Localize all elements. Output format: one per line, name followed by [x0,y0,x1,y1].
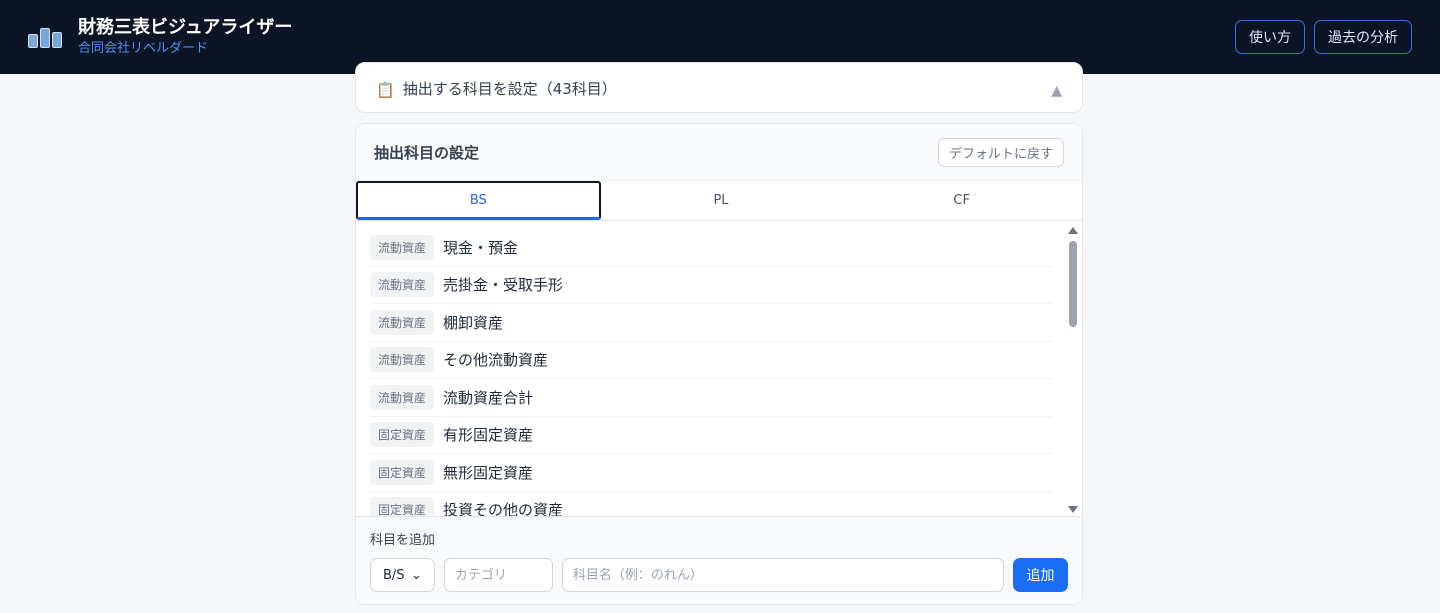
account-name: 投資その他の資産 [443,501,564,516]
clipboard-icon: 📋 [376,81,395,99]
statement-select[interactable]: B/S ⌄ [370,558,435,592]
add-account-label: 科目を追加 [370,533,436,548]
header-actions: 使い方 過去の分析 [1235,20,1412,54]
category-badge: 固定資産 [370,459,435,485]
scroll-up-icon[interactable] [1068,227,1078,234]
list-scrollbar[interactable] [1066,225,1080,513]
account-name: その他流動資産 [443,351,549,370]
list-item[interactable]: 固定資産 有形固定資産 [370,417,1052,454]
scroll-thumb[interactable] [1069,241,1077,327]
account-name: 現金・預金 [443,238,519,257]
account-list-area: 流動資産 現金・預金 流動資産 売掛金・受取手形 流動資産 棚卸資産 流動資産 … [356,221,1082,516]
settings-header: 抽出科目の設定 デフォルトに戻す [356,124,1082,181]
category-badge: 流動資産 [370,234,435,260]
tab-pl[interactable]: PL [601,181,842,220]
category-badge: 流動資産 [370,384,435,410]
account-name: 流動資産合計 [443,388,534,407]
company-name: 合同会社リベルダード [78,41,209,56]
tab-bs[interactable]: BS [356,181,601,220]
category-badge: 固定資産 [370,422,435,448]
help-button[interactable]: 使い方 [1235,20,1305,54]
add-account-row: B/S ⌄ 追加 [370,558,1068,592]
extract-accounts-toggle[interactable]: 📋 抽出する科目を設定（43科目） ▲ [355,62,1083,113]
account-name: 売掛金・受取手形 [443,276,564,295]
add-account-section: 科目を追加 B/S ⌄ 追加 [356,516,1082,604]
chevron-down-icon: ⌄ [411,567,422,583]
account-name: 棚卸資産 [443,313,504,332]
list-item[interactable]: 固定資産 投資その他の資産 [370,492,1052,516]
add-account-button[interactable]: 追加 [1013,558,1068,592]
category-input[interactable] [443,558,553,592]
history-button[interactable]: 過去の分析 [1314,20,1412,54]
extract-accounts-label: 抽出する科目を設定（43科目） [402,80,617,98]
account-list: 流動資産 現金・預金 流動資産 売掛金・受取手形 流動資産 棚卸資産 流動資産 … [356,221,1082,516]
settings-title: 抽出科目の設定 [374,143,480,162]
category-badge: 流動資産 [370,272,435,298]
chevron-up-icon[interactable]: ▲ [1051,83,1062,99]
list-item[interactable]: 流動資産 現金・預金 [370,229,1052,267]
list-item[interactable]: 流動資産 流動資産合計 [370,379,1052,417]
tab-cf[interactable]: CF [841,181,1082,220]
account-settings-card: 抽出科目の設定 デフォルトに戻す BS PL CF 流動資産 現金・預金 流動資… [355,123,1083,605]
reset-default-button[interactable]: デフォルトに戻す [937,137,1064,167]
list-item[interactable]: 流動資産 売掛金・受取手形 [370,267,1052,304]
account-name: 有形固定資産 [443,426,534,445]
app-title: 財務三表ビジュアライザー [78,17,293,38]
statement-select-value: B/S [383,567,405,583]
account-name-input[interactable] [561,558,1005,592]
category-badge: 流動資産 [370,347,435,373]
brand: 財務三表ビジュアライザー 合同会社リベルダード [78,16,292,58]
account-name: 無形固定資産 [443,463,534,482]
statement-tabs: BS PL CF [356,181,1082,221]
list-item[interactable]: 流動資産 その他流動資産 [370,342,1052,379]
category-badge: 固定資産 [370,497,435,516]
category-badge: 流動資産 [370,309,435,335]
app-logo-icon [28,26,64,48]
scroll-down-icon[interactable] [1068,506,1078,513]
list-item[interactable]: 固定資産 無形固定資産 [370,454,1052,492]
list-item[interactable]: 流動資産 棚卸資産 [370,304,1052,342]
